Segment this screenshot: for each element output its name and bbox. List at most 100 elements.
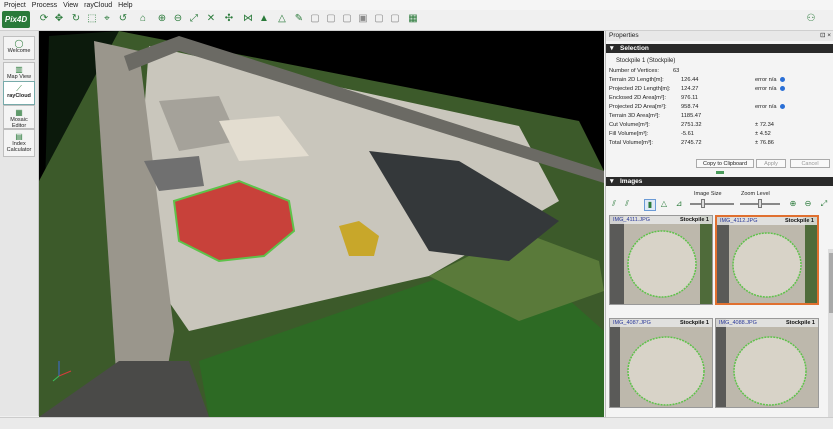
sidebar-item-label: Welcome	[7, 48, 31, 54]
menu-project[interactable]: Project	[4, 2, 26, 9]
volume-icon[interactable]: ▲	[258, 13, 270, 25]
thumbnail-tag: Stockpile 1	[784, 218, 814, 224]
property-label: Terrain 3D Area[m²]:	[609, 113, 660, 119]
pencil-icon[interactable]: ✎	[293, 13, 305, 25]
property-row: Projected 2D Area[m²]: 958.74 error n/a	[609, 103, 831, 112]
property-value: 124.27	[681, 86, 699, 92]
property-row: Enclosed 2D Area[m²]: 976.11	[609, 94, 831, 103]
sidebar-item-label: rayCloud	[7, 93, 31, 99]
zoom-box-icon[interactable]: ⬚	[86, 13, 98, 25]
triangle-icon[interactable]: △	[276, 13, 288, 25]
thumbnail-name: IMG_4087.JPG	[613, 320, 651, 326]
layer-2-icon[interactable]: ▢	[325, 13, 337, 25]
layer-3-icon[interactable]: ▢	[341, 13, 353, 25]
menu-process[interactable]: Process	[32, 2, 57, 9]
thumbnail-caption: IMG_4111.JPG Stockpile 1	[610, 216, 712, 224]
splitter-handle[interactable]	[716, 171, 724, 174]
measure-icon[interactable]: ⋈	[242, 13, 254, 25]
images-section-header[interactable]: Images	[606, 177, 833, 186]
zoom-in-icon[interactable]: ⊕	[156, 13, 168, 25]
layer-1-icon[interactable]: ▢	[309, 13, 321, 25]
image-size-slider-knob[interactable]	[701, 199, 706, 208]
point-cloud-scene	[39, 31, 604, 417]
zoom-level-slider-knob[interactable]	[758, 199, 762, 208]
property-row: Total Volume[m³]: 2745.72 ± 76.86	[609, 139, 831, 148]
refresh-icon[interactable]: ↺	[117, 13, 129, 25]
fullscreen-icon[interactable]: ✕	[205, 13, 217, 25]
layer-5-icon[interactable]: ▢	[373, 13, 385, 25]
layer-4-icon[interactable]: ▣	[357, 13, 369, 25]
image-size-slider[interactable]	[690, 203, 734, 205]
panel-controls[interactable]: ⊡ ×	[820, 31, 831, 41]
image-thumbnail[interactable]: IMG_4088.JPG Stockpile 1	[715, 318, 819, 408]
menu-view[interactable]: View	[63, 2, 78, 9]
move-icon[interactable]: ✥	[53, 13, 65, 25]
show-all-icon[interactable]: ▮	[644, 199, 656, 211]
home-icon: ◯	[14, 39, 24, 48]
logo: Pix4D	[2, 11, 30, 28]
property-label: Cut Volume[m³]:	[609, 122, 650, 128]
sort-desc-icon[interactable]: ⊿	[674, 199, 684, 209]
prev-image-icon[interactable]: ⫽	[609, 199, 619, 209]
sidebar-item-label: Mosaic Editor	[10, 117, 28, 129]
home-view-icon[interactable]: ⌂	[137, 13, 149, 25]
property-error: ± 4.52	[755, 131, 771, 137]
info-icon[interactable]	[779, 77, 785, 82]
thumbnail-tag: Stockpile 1	[679, 320, 709, 326]
sort-asc-icon[interactable]: △	[659, 199, 669, 209]
map-icon: ▥	[15, 65, 23, 74]
sync-icon[interactable]: ⟳	[38, 13, 50, 25]
fit-view-icon[interactable]: ⤢	[188, 13, 200, 25]
property-label: Enclosed 2D Area[m²]:	[609, 95, 666, 101]
select-icon[interactable]: ⌖	[101, 13, 113, 25]
info-icon[interactable]	[779, 104, 785, 109]
image-icon[interactable]: ▦	[407, 13, 419, 25]
property-row: Projected 2D Length[m]: 124.27 error n/a	[609, 85, 831, 94]
user-icon[interactable]: ⚇	[805, 13, 817, 25]
selection-section-header[interactable]: Selection	[606, 44, 833, 53]
property-value: -5.61	[681, 131, 694, 137]
property-value: 958.74	[681, 104, 699, 110]
zoom-in-icon[interactable]: ⊕	[788, 199, 798, 209]
thumbnail-image	[716, 319, 818, 407]
layer-6-icon[interactable]: ▢	[389, 13, 401, 25]
image-thumbnail[interactable]: IMG_4111.JPG Stockpile 1	[609, 215, 713, 305]
properties-panel: Properties ⊡ × Selection Stockpile 1 (St…	[605, 31, 833, 417]
rotate-icon[interactable]: ↻	[70, 13, 82, 25]
fit-icon[interactable]: ⤢	[819, 199, 829, 209]
index-calculator-icon: ▤	[15, 132, 23, 141]
property-value: 2745.72	[681, 140, 702, 146]
sidebar-item-index-calculator[interactable]: ▤ Index Calculator	[3, 129, 35, 157]
property-row: Terrain 3D Area[m²]: 1185.47	[609, 112, 831, 121]
property-value: 63	[673, 68, 680, 74]
apply-button[interactable]: Apply	[756, 159, 786, 168]
image-size-label: Image Size	[694, 191, 722, 197]
sidebar-item-raycloud[interactable]: ⟋ rayCloud	[3, 81, 35, 105]
copy-to-clipboard-button[interactable]: Copy to Clipboard	[696, 159, 754, 168]
sidebar-item-label: Map View	[6, 74, 32, 80]
property-row: Number of Vertices: 63	[609, 67, 831, 76]
property-row: Terrain 2D Length[m]: 126.44 error n/a	[609, 76, 831, 85]
scrollbar-thumb[interactable]	[829, 253, 833, 313]
images-scrollbar[interactable]	[828, 249, 833, 417]
pan-icon[interactable]: ✣	[223, 13, 235, 25]
zoom-out-icon[interactable]: ⊖	[172, 13, 184, 25]
thumbnail-name: IMG_4112.JPG	[720, 218, 758, 224]
menu-help[interactable]: Help	[118, 2, 132, 9]
property-label: Fill Volume[m³]:	[609, 131, 649, 137]
images-title: Images	[620, 178, 643, 185]
property-row: Cut Volume[m³]: 2751.32 ± 72.34	[609, 121, 831, 130]
property-label: Total Volume[m³]:	[609, 140, 653, 146]
image-thumbnail[interactable]: IMG_4087.JPG Stockpile 1	[609, 318, 713, 408]
logo-text: Pix4D	[4, 15, 28, 24]
raycloud-3d-view[interactable]	[39, 31, 604, 417]
sidebar-item-welcome[interactable]: ◯ Welcome	[3, 36, 35, 60]
property-error: error n/a	[755, 103, 785, 112]
menu-raycloud[interactable]: rayCloud	[84, 2, 112, 9]
zoom-out-icon[interactable]: ⊖	[803, 199, 813, 209]
info-icon[interactable]	[779, 86, 785, 91]
next-image-icon[interactable]: ⫽	[622, 199, 632, 209]
cancel-button[interactable]: Cancel	[790, 159, 830, 168]
image-thumbnail-selected[interactable]: IMG_4112.JPG Stockpile 1	[715, 215, 819, 305]
sidebar-item-mosaic-editor[interactable]: ▦ Mosaic Editor	[3, 105, 35, 129]
